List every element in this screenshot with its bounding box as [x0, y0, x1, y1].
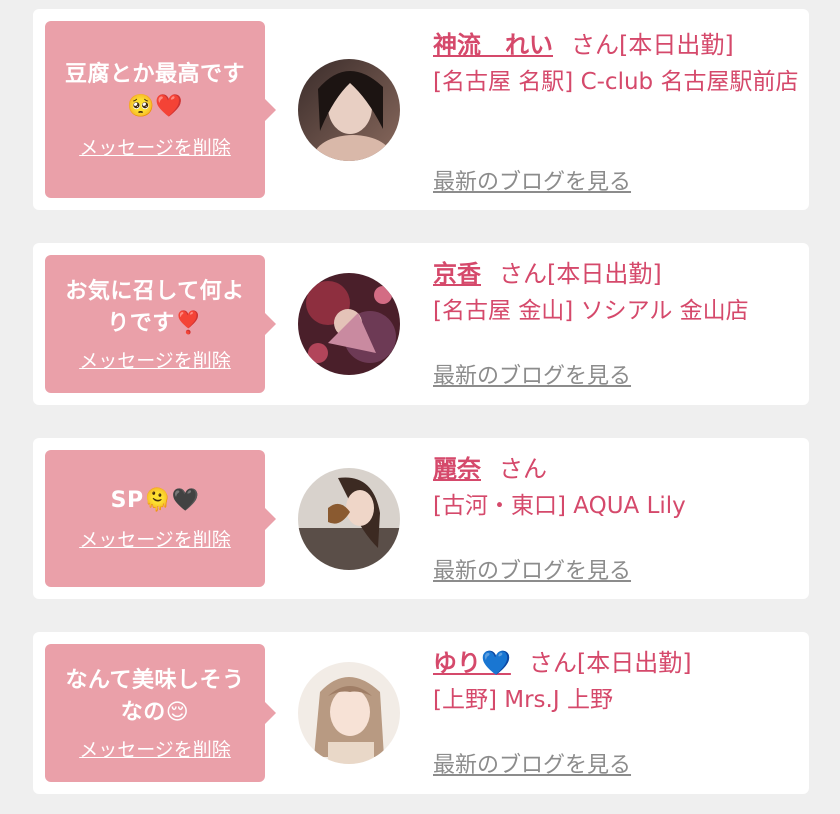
- cast-info: 麗奈 さん [古河・東口] AQUA Lily 最新のブログを見る: [433, 451, 799, 584]
- message-bubble: お気に召して何よ りです❣️ メッセージを削除: [45, 255, 276, 393]
- attendance-status: [本日出勤]: [619, 31, 734, 59]
- avatar[interactable]: [298, 273, 400, 375]
- message-card: 豆腐とか最高です 🥺❤️ メッセージを削除 神流 れい さん[本日出勤] [名古屋…: [33, 9, 809, 210]
- avatar-photo: [298, 468, 400, 570]
- attendance-status: [本日出勤]: [547, 260, 662, 288]
- name-line: 麗奈 さん: [433, 451, 799, 487]
- latest-blog-link[interactable]: 最新のブログを見る: [433, 553, 631, 585]
- shop-name: [上野] Mrs.J 上野: [433, 687, 613, 713]
- message-line: 豆腐とか最高です: [64, 62, 245, 87]
- message-card: SP🫠🖤 メッセージを削除 麗奈 さん [古河・東口] AQUA Lily 最新の…: [33, 438, 809, 599]
- cast-info: 神流 れい さん[本日出勤] [名古屋 名駅] C-club 名古屋駅前店 最新の…: [433, 27, 799, 195]
- message-line: りです❣️: [107, 310, 203, 336]
- delete-message-link[interactable]: メッセージを削除: [79, 133, 231, 160]
- honorific: さん: [499, 455, 547, 483]
- message-line: お気に召して何よ: [65, 278, 245, 304]
- avatar-photo: [298, 59, 400, 161]
- delete-message-link[interactable]: メッセージを削除: [79, 525, 231, 552]
- avatar[interactable]: [298, 662, 400, 764]
- message-emoji-line: 🥺❤️: [127, 94, 183, 119]
- message-text: 豆腐とか最高です 🥺❤️: [65, 59, 245, 123]
- avatar[interactable]: [298, 468, 400, 570]
- avatar[interactable]: [298, 59, 400, 161]
- cast-name-link[interactable]: ゆり💙: [433, 649, 511, 677]
- message-bubble: なんて美味しそう なの😌 メッセージを削除: [45, 644, 276, 782]
- cast-info: 京香 さん[本日出勤] [名古屋 金山] ソシアル 金山店 最新のブログを見る: [433, 256, 799, 389]
- message-text: SP🫠🖤: [111, 485, 200, 517]
- message-bubble: 豆腐とか最高です 🥺❤️ メッセージを削除: [45, 21, 276, 198]
- shop-name: [古河・東口] AQUA Lily: [433, 493, 686, 519]
- message-text: なんて美味しそう なの😌: [66, 665, 245, 729]
- avatar-photo: [298, 273, 400, 375]
- name-line: ゆり💙 さん[本日出勤]: [433, 645, 799, 681]
- shop-name: [名古屋 金山] ソシアル 金山店: [433, 298, 749, 324]
- attendance-status: [本日出勤]: [576, 649, 692, 677]
- delete-message-link[interactable]: メッセージを削除: [79, 346, 231, 373]
- latest-blog-link[interactable]: 最新のブログを見る: [433, 164, 631, 196]
- honorific: さん: [499, 260, 547, 288]
- cast-name-link[interactable]: 麗奈: [433, 455, 481, 483]
- latest-blog-link[interactable]: 最新のブログを見る: [433, 747, 631, 779]
- message-line: SP🫠🖤: [110, 488, 200, 513]
- cast-name-link[interactable]: 神流 れい: [433, 31, 553, 59]
- shop-name: [名古屋 名駅] C-club 名古屋駅前店: [433, 69, 799, 95]
- message-line: なんて美味しそう: [65, 667, 245, 693]
- name-line: 京香 さん[本日出勤]: [433, 256, 799, 292]
- honorific: さん: [528, 649, 577, 677]
- message-bubble: SP🫠🖤 メッセージを削除: [45, 450, 276, 587]
- message-line: なの😌: [120, 699, 190, 725]
- message-text: お気に召して何よ りです❣️: [65, 276, 244, 340]
- name-line: 神流 れい さん[本日出勤]: [433, 27, 799, 63]
- latest-blog-link[interactable]: 最新のブログを見る: [433, 358, 631, 390]
- cast-name-link[interactable]: 京香: [433, 260, 481, 288]
- honorific: さん: [571, 31, 619, 59]
- delete-message-link[interactable]: メッセージを削除: [79, 735, 231, 762]
- cast-info: ゆり💙 さん[本日出勤] [上野] Mrs.J 上野 最新のブログを見る: [433, 645, 799, 778]
- message-card: なんて美味しそう なの😌 メッセージを削除 ゆり💙 さん[本日出勤] [上野] M…: [33, 632, 809, 794]
- message-card: お気に召して何よ りです❣️ メッセージを削除 京香 さん[本日出勤] [名古屋 …: [33, 243, 809, 405]
- avatar-photo: [298, 662, 400, 764]
